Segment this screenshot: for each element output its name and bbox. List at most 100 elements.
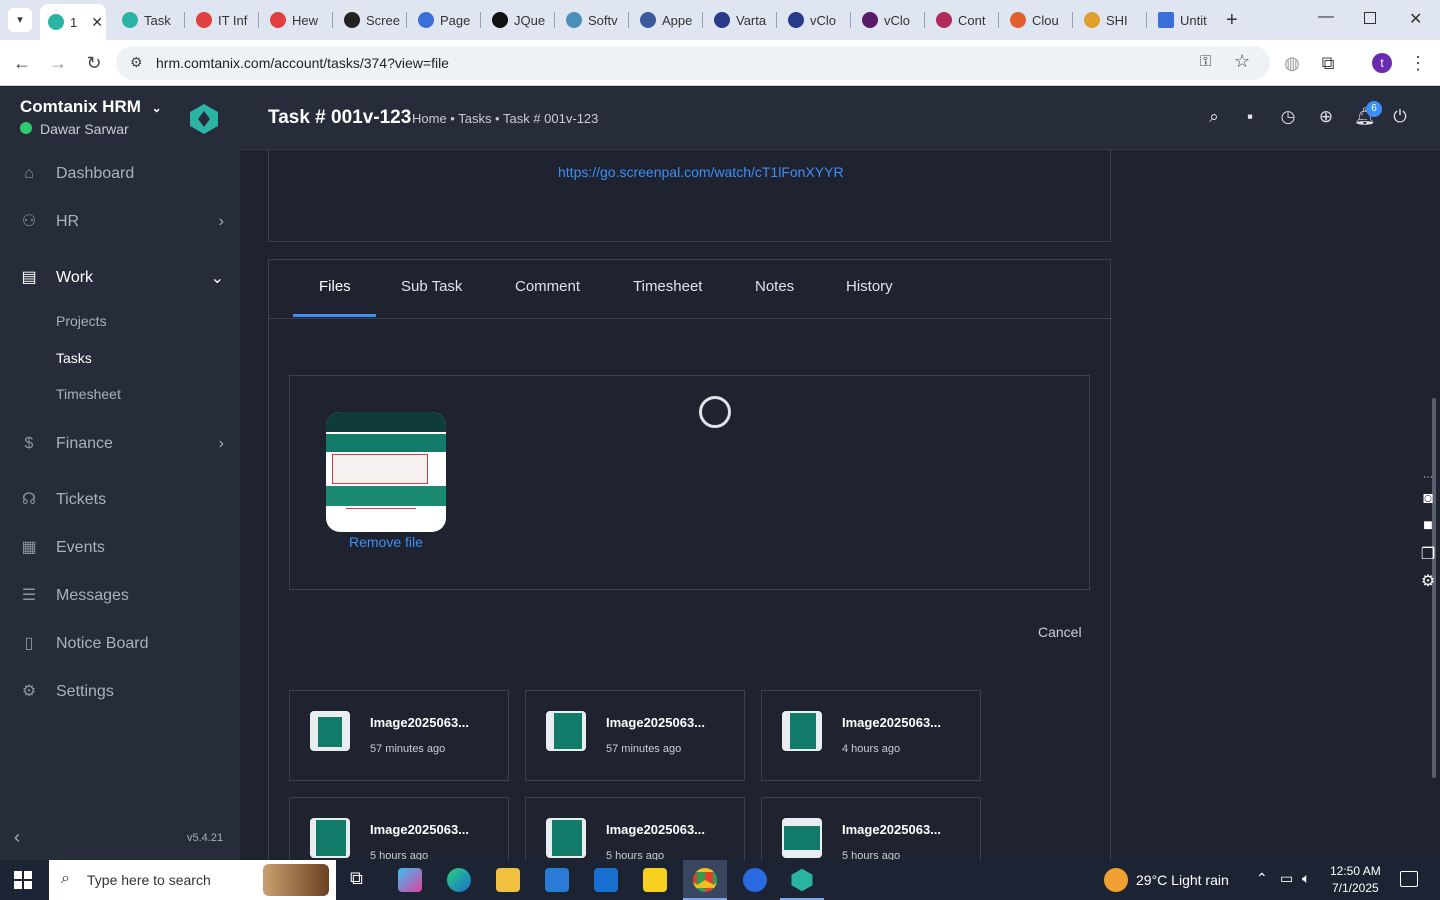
browser-tab[interactable]: vClo	[854, 6, 910, 34]
browser-tab[interactable]: Task	[114, 6, 171, 34]
store-icon[interactable]	[545, 868, 569, 892]
edge-icon[interactable]	[447, 868, 471, 892]
link-icon[interactable]: ⋯	[1418, 472, 1438, 492]
task-view-icon[interactable]: ⧉	[350, 868, 363, 889]
browser-tab[interactable]: Clou	[1002, 6, 1059, 34]
browser-menu-icon[interactable]: ⋮	[1408, 53, 1428, 73]
system-clock[interactable]: 12:50 AM 7/1/2025	[1330, 863, 1381, 897]
copilot-icon[interactable]	[398, 868, 422, 892]
close-tab-icon[interactable]: ✕	[91, 14, 103, 31]
app-logo-icon[interactable]	[188, 103, 220, 135]
settings-gear-icon[interactable]: ⚙	[1418, 571, 1438, 591]
search-icon[interactable]: ⌕	[1204, 107, 1224, 127]
zoom-icon[interactable]	[743, 868, 767, 892]
tray-chevron-up-icon[interactable]: ⌃	[1256, 870, 1268, 887]
sidebar-item-settings[interactable]: ⚙ Settings	[0, 670, 240, 714]
browser-tab[interactable]: Page	[410, 6, 470, 34]
sidebar-item-events[interactable]: ▦ Events	[0, 526, 240, 570]
sticky-note-icon[interactable]: ▪	[1240, 107, 1260, 127]
tab-sub-task[interactable]: Sub Task	[401, 278, 462, 295]
browser-tab[interactable]: JQue	[484, 6, 545, 34]
chrome-taskbar-active[interactable]	[683, 860, 727, 900]
file-explorer-icon[interactable]	[496, 868, 520, 892]
tab-separator	[1072, 12, 1073, 28]
remove-file-link[interactable]: Remove file	[349, 534, 423, 550]
sidebar-item-messages[interactable]: ☰ Messages	[0, 574, 240, 618]
notification-center-icon[interactable]	[1400, 871, 1418, 887]
file-dropzone[interactable]: Remove file	[289, 375, 1090, 590]
password-key-icon[interactable]: ⚿	[1200, 53, 1211, 70]
file-thumbnail	[310, 711, 350, 751]
tab-history[interactable]: History	[846, 278, 893, 295]
file-card[interactable]: Image2025063... 5 hours ago	[525, 797, 745, 860]
browser-tab[interactable]: Untit	[1150, 6, 1207, 34]
file-card[interactable]: Image2025063... 4 hours ago	[761, 690, 981, 781]
add-circle-icon[interactable]: ⊕	[1316, 107, 1336, 127]
tab-timesheet[interactable]: Timesheet	[633, 278, 702, 295]
screenpal-link[interactable]: https://go.screenpal.com/watch/cT1lFonXY…	[558, 164, 844, 180]
minimize-icon[interactable]: —	[1318, 8, 1334, 26]
volume-icon[interactable]: 🔈︎	[1302, 870, 1310, 887]
translate-icon[interactable]: ◍	[1282, 53, 1302, 73]
mail-icon[interactable]	[594, 868, 618, 892]
bookmark-star-icon[interactable]: ☆	[1234, 51, 1250, 72]
sidebar-item-work[interactable]: ▤ Work ⌄	[0, 256, 240, 300]
close-window-icon[interactable]: ✕	[1409, 9, 1422, 29]
browser-tab[interactable]: Varta	[706, 6, 766, 34]
browser-tab[interactable]: Cont	[928, 6, 985, 34]
hrm-app-taskbar[interactable]	[780, 860, 824, 900]
tab-search-button[interactable]: ▾	[8, 8, 32, 32]
file-card[interactable]: Image2025063... 5 hours ago	[289, 797, 509, 860]
windows-start-icon[interactable]	[14, 871, 32, 889]
browser-tab[interactable]: Hew	[262, 6, 318, 34]
collapse-sidebar-icon[interactable]: ‹	[14, 827, 20, 848]
browser-tab[interactable]: Softv	[558, 6, 618, 34]
url-input[interactable]: ⚙ hrm.comtanix.com/account/tasks/374?vie…	[116, 46, 1270, 80]
taskbar-search-input[interactable]: ⌕ Type here to search	[49, 860, 336, 900]
sidebar-item-hr[interactable]: ⚇ HR ›	[0, 200, 240, 244]
sidebar-item-notice-board[interactable]: ▯ Notice Board	[0, 622, 240, 666]
browser-tab[interactable]: vClo	[780, 6, 836, 34]
extensions-icon[interactable]: ⧉	[1318, 53, 1338, 73]
file-card[interactable]: Image2025063... 57 minutes ago	[525, 690, 745, 781]
browser-tab-active[interactable]: 1 ✕	[40, 4, 106, 40]
browser-tab[interactable]: Scree	[336, 6, 400, 34]
forward-icon[interactable]: →	[48, 53, 68, 73]
sidebar-subitem-timesheet[interactable]: Timesheet	[56, 386, 121, 402]
weather-icon[interactable]	[1104, 868, 1128, 892]
browser-tab[interactable]: IT Inf	[188, 6, 247, 34]
back-icon[interactable]: ←	[12, 53, 32, 73]
power-icon[interactable]: ⏻	[1390, 107, 1410, 127]
sidebar-item-dashboard[interactable]: ⌂ Dashboard	[0, 152, 240, 196]
camera-icon[interactable]: ◙	[1418, 490, 1438, 510]
sticky-notes-icon[interactable]	[643, 868, 667, 892]
sidebar-item-tickets[interactable]: ☊ Tickets	[0, 478, 240, 522]
sidebar-item-finance[interactable]: $ Finance ›	[0, 422, 240, 466]
tab-notes[interactable]: Notes	[755, 278, 794, 295]
brand-name[interactable]: Comtanix HRM ⌄	[20, 97, 162, 117]
gallery-icon[interactable]: ❐	[1418, 544, 1438, 564]
chevron-right-icon: ›	[218, 213, 224, 230]
profile-avatar[interactable]: t	[1372, 53, 1392, 73]
tab-separator	[332, 12, 333, 28]
sidebar-subitem-projects[interactable]: Projects	[56, 313, 107, 329]
cancel-button[interactable]: Cancel	[1038, 624, 1082, 640]
reload-icon[interactable]: ↻	[84, 53, 104, 73]
headset-icon: ☊	[21, 491, 37, 508]
sidebar-subitem-tasks[interactable]: Tasks	[56, 350, 92, 366]
file-card[interactable]: Image2025063... 5 hours ago	[761, 797, 981, 860]
tab-favicon-icon	[936, 12, 952, 28]
new-tab-icon[interactable]: +	[1226, 9, 1238, 32]
breadcrumb[interactable]: Home • Tasks • Task # 001v-123	[412, 111, 598, 126]
browser-tab[interactable]: SHI	[1076, 6, 1128, 34]
video-camera-icon[interactable]: ■	[1418, 517, 1438, 537]
restore-icon[interactable]	[1364, 12, 1376, 24]
tab-files[interactable]: Files	[319, 278, 351, 295]
site-info-icon[interactable]: ⚙	[130, 54, 143, 71]
network-icon[interactable]: ▭	[1280, 870, 1293, 887]
clock-icon[interactable]: ◷	[1278, 107, 1298, 127]
tab-comment[interactable]: Comment	[515, 278, 580, 295]
browser-tab[interactable]: Appe	[632, 6, 692, 34]
weather-text[interactable]: 29°C Light rain	[1136, 872, 1229, 888]
file-card[interactable]: Image2025063... 57 minutes ago	[289, 690, 509, 781]
